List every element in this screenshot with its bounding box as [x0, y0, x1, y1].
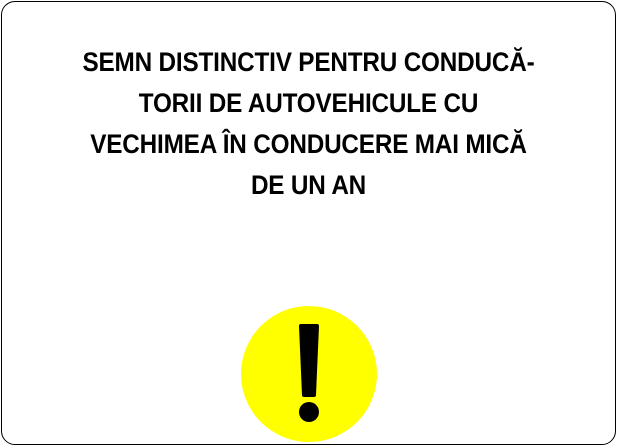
exclamation-mark-icon	[299, 324, 319, 422]
sign-text-line-1: SEMN DISTINCTIV PENTRU CONDUCĂ-	[82, 47, 535, 77]
warning-circle	[241, 306, 377, 442]
sign-text: SEMN DISTINCTIV PENTRU CONDUCĂ- TORII DE…	[33, 42, 585, 206]
sign-text-line-4: DE UN AN	[250, 170, 367, 200]
sign-text-line-3: VECHIMEA ÎN CONDUCERE MAI MICĂ	[90, 129, 527, 159]
sign-text-line-2: TORII DE AUTOVEHICULE CU	[138, 88, 479, 118]
